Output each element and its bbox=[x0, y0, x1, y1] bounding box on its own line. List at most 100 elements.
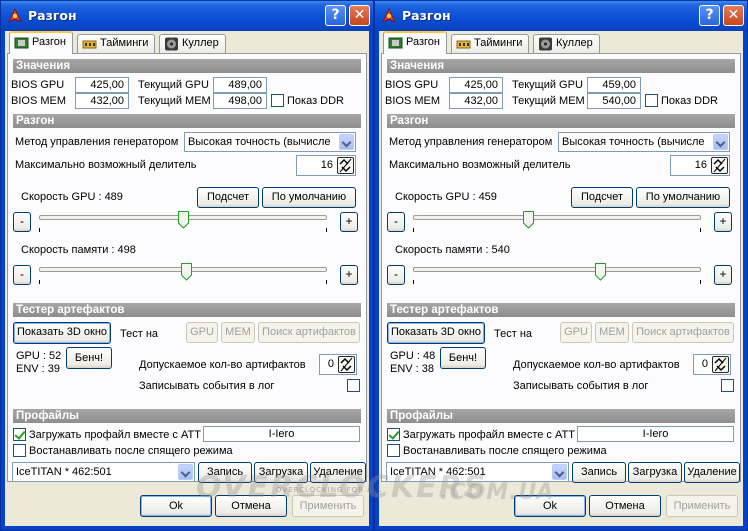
show-ddr-label: Показ DDR bbox=[287, 95, 345, 107]
default-button[interactable]: По умолчанию bbox=[636, 187, 730, 208]
gpu-slider-track[interactable] bbox=[413, 215, 701, 220]
apply-button[interactable]: Применить bbox=[666, 495, 738, 517]
tab-timings[interactable]: Тайминги bbox=[77, 34, 156, 53]
values-section-header: Значения bbox=[13, 59, 361, 73]
default-button[interactable]: По умолчанию bbox=[262, 187, 356, 208]
delete-profile-button[interactable]: Удаление bbox=[684, 462, 740, 483]
cancel-button[interactable]: Отмена bbox=[215, 495, 287, 517]
profile-select[interactable]: IceTITAN * 462:501 bbox=[386, 462, 569, 482]
test-gpu-button[interactable]: GPU bbox=[560, 322, 592, 343]
mem-slider-thumb[interactable] bbox=[595, 263, 607, 281]
bench-button[interactable]: Бенч! bbox=[66, 347, 112, 369]
ok-button[interactable]: Ok bbox=[140, 495, 212, 517]
show-ddr-checkbox[interactable] bbox=[271, 94, 284, 107]
bench-button[interactable]: Бенч! bbox=[440, 347, 486, 369]
chevron-down-icon[interactable] bbox=[178, 464, 193, 480]
test-gpu-button[interactable]: GPU bbox=[186, 322, 218, 343]
current-mem-label: Текущий MEM bbox=[512, 95, 585, 107]
gpu-slider-thumb[interactable] bbox=[178, 211, 189, 229]
apply-button[interactable]: Применить bbox=[292, 495, 364, 517]
profile-select[interactable]: IceTITAN * 462:501 bbox=[12, 462, 195, 482]
mem-decrease-button[interactable]: - bbox=[13, 265, 31, 285]
show-ddr-checkbox[interactable] bbox=[645, 94, 658, 107]
load-profile-checkbox[interactable] bbox=[387, 428, 400, 441]
title-bar[interactable]: Разгон ? ✕ bbox=[375, 1, 747, 31]
log-events-checkbox[interactable] bbox=[347, 379, 360, 392]
save-profile-button[interactable]: Запись bbox=[198, 462, 252, 483]
restore-after-sleep-checkbox[interactable] bbox=[387, 444, 400, 457]
load-profile-button[interactable]: Загрузка bbox=[254, 462, 308, 483]
window-title: Разгон bbox=[402, 8, 451, 23]
mem-decrease-button[interactable]: - bbox=[387, 265, 405, 285]
close-button[interactable]: ✕ bbox=[723, 5, 744, 26]
load-profile-checkbox[interactable] bbox=[13, 428, 26, 441]
save-profile-button[interactable]: Запись bbox=[572, 462, 626, 483]
overclock-section-header: Разгон bbox=[387, 114, 735, 128]
current-mem-label: Текущий MEM bbox=[138, 95, 211, 107]
restore-after-sleep-checkbox[interactable] bbox=[13, 444, 26, 457]
spin-arrows-icon[interactable] bbox=[337, 157, 354, 174]
gpu-increase-button[interactable]: + bbox=[714, 212, 732, 232]
calculate-button[interactable]: Подсчет bbox=[571, 187, 633, 208]
profile-author-field[interactable]: I-Iero bbox=[203, 426, 360, 442]
method-select[interactable]: Высокая точность (вычисле bbox=[184, 132, 356, 152]
chevron-down-icon[interactable] bbox=[713, 134, 728, 150]
gpu-decrease-button[interactable]: - bbox=[13, 212, 31, 232]
close-button[interactable]: ✕ bbox=[349, 5, 370, 26]
cancel-button[interactable]: Отмена bbox=[589, 495, 661, 517]
gpu-slider-thumb[interactable] bbox=[523, 211, 535, 229]
window-client: Разгон Тайминги Куллер Значения BIOS GPU… bbox=[5, 31, 369, 526]
show-3d-window-button[interactable]: Показать 3D окно bbox=[13, 322, 111, 344]
divider-spinner[interactable]: 16 bbox=[670, 155, 730, 176]
mem-speed-label: Скорость памяти : 498 bbox=[21, 244, 136, 256]
profile-author-field[interactable]: I-Iero bbox=[577, 426, 734, 442]
divider-spinner[interactable]: 16 bbox=[296, 155, 356, 176]
test-mem-button[interactable]: MEM bbox=[221, 322, 255, 343]
log-events-checkbox[interactable] bbox=[721, 379, 734, 392]
search-artifacts-button[interactable]: Поиск артифактов bbox=[258, 322, 360, 343]
calculate-button[interactable]: Подсчет bbox=[197, 187, 259, 208]
chevron-down-icon[interactable] bbox=[552, 464, 567, 480]
tab-cooler-label: Куллер bbox=[556, 37, 593, 49]
allowed-artifacts-spinner[interactable]: 0 bbox=[693, 354, 731, 375]
gpu-increase-button[interactable]: + bbox=[340, 212, 358, 232]
mem-slider-track[interactable] bbox=[413, 267, 701, 272]
current-gpu-label: Текущий GPU bbox=[512, 79, 583, 91]
tab-timings[interactable]: Тайминги bbox=[451, 34, 530, 53]
help-button[interactable]: ? bbox=[699, 5, 720, 26]
tab-cooler[interactable]: Куллер bbox=[533, 34, 600, 53]
tab-strip: Разгон Тайминги Куллер bbox=[381, 31, 743, 54]
tab-panel: Значения BIOS GPU 425,00 Текущий GPU 489… bbox=[7, 53, 367, 483]
method-select[interactable]: Высокая точность (вычисле bbox=[558, 132, 730, 152]
tab-overclock[interactable]: Разгон bbox=[9, 31, 73, 54]
delete-profile-button[interactable]: Удаление bbox=[310, 462, 366, 483]
spin-arrows-icon[interactable] bbox=[711, 157, 728, 174]
spin-arrows-icon[interactable] bbox=[338, 356, 355, 373]
allowed-artifacts-spinner[interactable]: 0 bbox=[319, 354, 357, 375]
help-button[interactable]: ? bbox=[325, 5, 346, 26]
title-bar[interactable]: Разгон ? ✕ bbox=[1, 1, 373, 31]
search-artifacts-button[interactable]: Поиск артифактов bbox=[632, 322, 734, 343]
log-events-label: Записывать события в лог bbox=[139, 380, 275, 392]
gpu-decrease-button[interactable]: - bbox=[387, 212, 405, 232]
memory-module-icon bbox=[82, 40, 97, 49]
load-profile-button[interactable]: Загрузка bbox=[628, 462, 682, 483]
mem-increase-button[interactable]: + bbox=[340, 265, 358, 285]
mem-slider-thumb[interactable] bbox=[180, 263, 192, 281]
ok-button[interactable]: Ok bbox=[514, 495, 586, 517]
mem-increase-button[interactable]: + bbox=[714, 265, 732, 285]
tab-cooler[interactable]: Куллер bbox=[159, 34, 226, 53]
spin-arrows-icon[interactable] bbox=[712, 356, 729, 373]
allowed-artifacts-value: 0 bbox=[701, 358, 708, 370]
allowed-artifacts-label: Допускаемое кол-во артифактов bbox=[513, 359, 680, 371]
gpu-slider-ticks bbox=[413, 228, 701, 232]
current-gpu-label: Текущий GPU bbox=[138, 79, 209, 91]
artifact-tester-section-header: Тестер артефактов bbox=[13, 303, 361, 317]
tab-overclock[interactable]: Разгон bbox=[383, 31, 447, 54]
log-events-label: Записывать события в лог bbox=[513, 380, 649, 392]
show-3d-window-button[interactable]: Показать 3D окно bbox=[387, 322, 485, 344]
profiles-section-header: Профайлы bbox=[13, 409, 361, 423]
chevron-down-icon[interactable] bbox=[339, 134, 354, 150]
test-mem-button[interactable]: MEM bbox=[595, 322, 629, 343]
tab-panel: Значения BIOS GPU 425,00 Текущий GPU 459… bbox=[381, 53, 741, 483]
